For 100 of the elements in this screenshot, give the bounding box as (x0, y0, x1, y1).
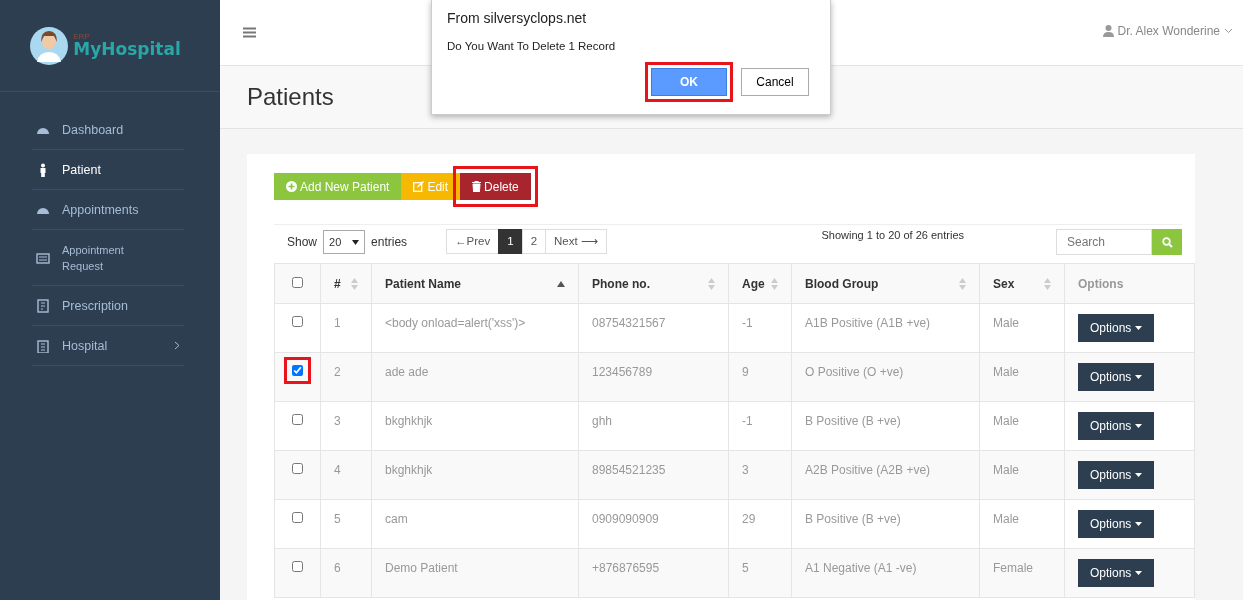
options-button[interactable]: Options (1078, 314, 1155, 342)
entries-info: Showing 1 to 20 of 26 entries (821, 229, 964, 241)
table-cell: ade ade (371, 352, 579, 402)
trash-icon (472, 181, 482, 192)
caret-down-icon (1224, 27, 1233, 34)
sort-icon (959, 277, 966, 290)
table-cell: bkghkhjk (371, 401, 579, 451)
table-cell: cam (371, 499, 579, 549)
table-cell: 9 (728, 352, 792, 402)
table-cell: ghh (578, 401, 729, 451)
table-cell: Male (979, 499, 1065, 549)
row-checkbox[interactable] (292, 316, 303, 327)
card-icon (36, 250, 50, 265)
table-cell: 08754321567 (578, 303, 729, 353)
pagination-link[interactable]: Next ⟶ (545, 229, 607, 254)
building-icon (36, 338, 50, 353)
table-cell: A2B Positive (A2B +ve) (791, 450, 980, 500)
options-button[interactable]: Options (1078, 412, 1155, 440)
caret-down-icon (1135, 522, 1143, 526)
caret-down-icon (1135, 424, 1143, 428)
table-cell: +876876595 (578, 548, 729, 598)
column-header[interactable]: Age (728, 263, 792, 304)
delete-button[interactable]: Delete (460, 173, 531, 200)
table-cell: 1 (320, 303, 372, 353)
sidebar-item[interactable]: Hospital (32, 326, 184, 366)
column-header[interactable]: Patient Name (371, 263, 579, 304)
table-cell: A1 Negative (A1 -ve) (791, 548, 980, 598)
table-cell: Male (979, 401, 1065, 451)
column-header[interactable]: Blood Group (791, 263, 980, 304)
menu-icon[interactable] (243, 27, 256, 38)
sidebar-item[interactable]: Dashboard (32, 110, 184, 150)
table-cell: Male (979, 303, 1065, 353)
table-cell: B Positive (B +ve) (791, 499, 980, 549)
sidebar-item[interactable]: Appointment Request (32, 230, 184, 286)
row-checkbox[interactable] (292, 365, 303, 376)
table-cell: B Positive (B +ve) (791, 401, 980, 451)
table-cell: -1 (728, 303, 792, 353)
column-header[interactable]: # (320, 263, 372, 304)
logo-tag: ERP (73, 33, 181, 41)
table-cell: -1 (728, 401, 792, 451)
caret-down-icon (1135, 375, 1143, 379)
cancel-button[interactable]: Cancel (741, 68, 809, 96)
options-button[interactable]: Options (1078, 363, 1155, 391)
table-cell: 2 (320, 352, 372, 402)
column-header[interactable]: Sex (979, 263, 1065, 304)
table-cell: 0909090909 (578, 499, 729, 549)
row-checkbox[interactable] (292, 512, 303, 523)
row-checkbox[interactable] (292, 463, 303, 474)
dialog-title: From silversyclops.net (447, 10, 588, 26)
sort-icon (1044, 277, 1051, 290)
document-icon (36, 298, 50, 313)
options-button[interactable]: Options (1078, 559, 1155, 587)
plus-circle-icon (286, 181, 297, 192)
options-button[interactable]: Options (1078, 510, 1155, 538)
edit-icon (413, 181, 425, 192)
sidebar-item[interactable]: Prescription (32, 286, 184, 326)
pagination-link[interactable]: 2 (521, 229, 547, 254)
options-button[interactable]: Options (1078, 461, 1155, 489)
user-menu[interactable]: Dr. Alex Wonderine (1102, 23, 1233, 38)
search-icon (1161, 236, 1173, 248)
column-header[interactable]: Phone no. (578, 263, 729, 304)
table-cell: 29 (728, 499, 792, 549)
row-checkbox[interactable] (292, 561, 303, 572)
page-title: Patients (247, 83, 334, 111)
doctor-avatar-icon (29, 25, 70, 66)
pagination-link[interactable]: 1 (498, 229, 523, 254)
table-cell: 3 (728, 450, 792, 500)
entries-label: entries (371, 235, 408, 249)
caret-down-icon (1135, 571, 1143, 575)
select-all-checkbox[interactable] (292, 276, 303, 288)
dialog-message: Do You Want To Delete 1 Record (447, 40, 617, 52)
table-cell: 5 (728, 548, 792, 598)
table-cell: 4 (320, 450, 372, 500)
table-cell: Male (979, 352, 1065, 402)
caret-down-icon (352, 239, 360, 245)
table-cell: Demo Patient (371, 548, 579, 598)
page-size-select[interactable]: 20 (323, 230, 366, 254)
table-cell: O Positive (O +ve) (791, 352, 980, 402)
table-cell: A1B Positive (A1B +ve) (791, 303, 980, 353)
row-checkbox[interactable] (292, 414, 303, 425)
table-cell: 123456789 (578, 352, 729, 402)
logo-name: MyHospital (73, 41, 181, 58)
table-cell: 5 (320, 499, 372, 549)
table-cell: 6 (320, 548, 372, 598)
sort-icon (351, 277, 358, 290)
table-cell: Female (979, 548, 1065, 598)
user-icon (1102, 24, 1114, 37)
show-label: Show (287, 235, 318, 249)
sidebar-item[interactable]: Patient (32, 150, 184, 190)
caret-down-icon (1135, 473, 1143, 477)
table-cell: 89854521235 (578, 450, 729, 500)
table-cell: <body onload=alert('xss')> (371, 303, 579, 353)
table-cell: 3 (320, 401, 372, 451)
caret-down-icon (1135, 326, 1143, 330)
sort-icon (708, 277, 715, 290)
sidebar-item[interactable]: Appointments (32, 190, 184, 230)
table-cell: bkghkhjk (371, 450, 579, 500)
sort-icon (771, 277, 778, 290)
sort-ascending-icon (557, 280, 565, 287)
search-field[interactable]: Search (1056, 229, 1152, 255)
